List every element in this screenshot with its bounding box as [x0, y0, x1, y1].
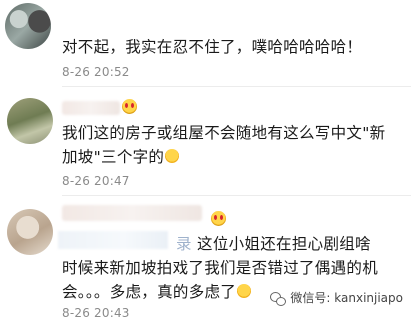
comment-faded-text: 录 — [176, 235, 192, 253]
laugh-emoji-icon — [165, 149, 180, 163]
comment-line: 这位小姐还在担心剧组啥 — [197, 235, 371, 253]
comment-timestamp: 8-26 20:43 — [62, 306, 130, 320]
comment-line: 会。。。多虑，真的多虑了 — [62, 283, 237, 301]
comment-text: 对不起，我实在忍不住了，噗哈哈哈哈哈！ — [62, 38, 363, 56]
divider — [62, 195, 411, 196]
comment-line: 我们这的房子或组屋不会随地有这么写中文"新 — [62, 124, 386, 142]
vip-emoji-icon — [211, 211, 226, 226]
wechat-icon — [270, 290, 287, 306]
vip-emoji-icon — [122, 99, 137, 114]
avatar[interactable] — [7, 209, 53, 255]
comment-timestamp: 8-26 20:52 — [62, 65, 130, 79]
comment-timestamp: 8-26 20:47 — [62, 174, 130, 188]
watermark: 微信号: kanxinjiapo — [270, 289, 403, 306]
username-redacted[interactable] — [62, 101, 120, 115]
username-redacted[interactable] — [62, 205, 202, 221]
avatar[interactable] — [7, 98, 53, 144]
comment-line: 时候来新加坡拍戏了我们是否错过了偶遇的机 — [62, 259, 379, 277]
comment-text: 我们这的房子或组屋不会随地有这么写中文"新 加坡"三个字的 — [62, 121, 385, 169]
laugh-emoji-icon — [237, 284, 252, 298]
watermark-label: 微信号: kanxinjiapo — [290, 291, 403, 305]
comment-line: 加坡"三个字的 — [62, 148, 165, 166]
avatar[interactable] — [5, 3, 51, 49]
divider — [62, 86, 411, 87]
